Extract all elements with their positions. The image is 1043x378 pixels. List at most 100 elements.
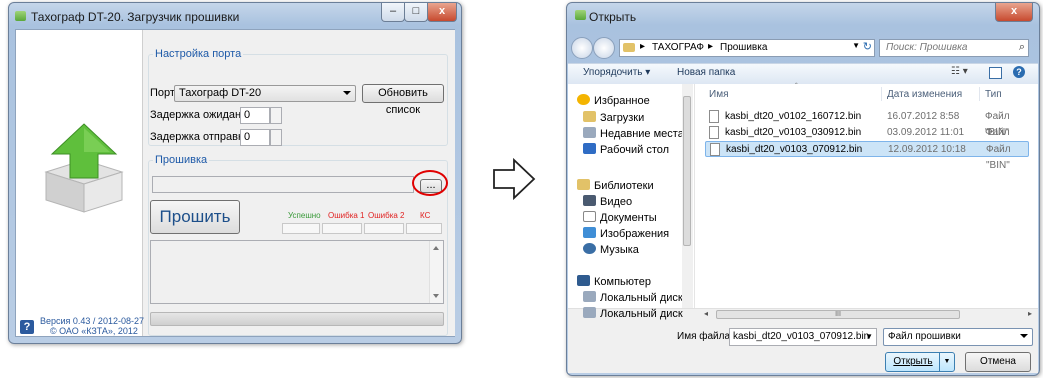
column-date[interactable]: Дата изменения xyxy=(887,89,962,100)
video-icon xyxy=(583,195,596,206)
column-separator xyxy=(881,87,882,101)
nav-desktop[interactable]: Рабочий стол xyxy=(583,143,669,156)
open-button[interactable]: Открыть ▼ xyxy=(885,352,955,372)
refresh-icon[interactable]: ↻ xyxy=(863,40,872,53)
open-split-arrow-icon[interactable]: ▼ xyxy=(939,353,954,371)
wait-delay-stepper[interactable] xyxy=(270,107,282,124)
flash-button[interactable]: Прошить xyxy=(150,200,240,234)
file-icon xyxy=(709,110,719,123)
scroll-up-icon[interactable] xyxy=(433,246,439,250)
file-date: 12.09.2012 10:18 xyxy=(888,144,966,155)
log-scrollbar[interactable] xyxy=(429,241,443,303)
back-button[interactable] xyxy=(571,37,593,59)
chevron-down-icon xyxy=(343,91,351,95)
address-dropdown-icon[interactable]: ▼ xyxy=(852,41,860,50)
filename-dropdown-icon[interactable]: ▼ xyxy=(865,329,873,344)
nav-favorites[interactable]: Избранное xyxy=(577,94,650,107)
help-icon[interactable]: ? xyxy=(20,320,34,334)
view-options-icon[interactable]: ☷ ▾ xyxy=(951,66,968,77)
search-box[interactable]: Поиск: Прошивка ⌕ xyxy=(879,39,1029,57)
refresh-list-button[interactable]: Обновить список xyxy=(362,84,444,116)
status-ks-label: КС xyxy=(420,211,431,220)
nav-desktop-label: Рабочий стол xyxy=(600,144,670,156)
nav-favorites-label: Избранное xyxy=(594,95,650,107)
nav-libraries-label: Библиотеки xyxy=(594,180,654,192)
preview-pane-icon[interactable] xyxy=(989,67,1002,79)
column-name[interactable]: Имя xyxy=(709,89,728,100)
breadcrumb-firmware[interactable]: Прошивка xyxy=(720,42,767,53)
nav-images[interactable]: Изображения xyxy=(583,227,669,240)
filename-value: kasbi_dt20_v0103_070912.bin xyxy=(733,331,870,342)
nav-video[interactable]: Видео xyxy=(583,195,632,208)
nav-music[interactable]: Музыка xyxy=(583,243,639,256)
breadcrumb-sep-icon: ▸ xyxy=(708,41,714,52)
nav-documents-label: Документы xyxy=(600,212,657,224)
nav-downloads[interactable]: Загрузки xyxy=(583,111,644,124)
port-group-title: Настройка порта xyxy=(153,48,244,60)
nav-scroll-thumb[interactable] xyxy=(683,96,691,246)
hscroll-grip: III xyxy=(835,311,841,318)
file-icon xyxy=(710,143,720,156)
nav-local-disk-1[interactable]: Локальный диск xyxy=(583,291,683,304)
loader-title: Тахограф DT-20. Загрузчик прошивки xyxy=(31,10,240,24)
port-select[interactable]: Тахограф DT-20 xyxy=(174,85,356,102)
loader-window: Тахограф DT-20. Загрузчик прошивки – □ x… xyxy=(8,2,462,344)
wait-delay-input[interactable]: 0 xyxy=(240,107,270,124)
breadcrumb-sep-icon: ▸ xyxy=(640,41,646,52)
nav-recent-label: Недавние места xyxy=(600,128,684,140)
close-button[interactable]: x xyxy=(427,3,457,22)
cancel-button[interactable]: Отмена xyxy=(965,352,1031,372)
address-bar[interactable]: ▸ ТАХОГРАФ ▸ Прошивка ▼ ↻ xyxy=(619,39,875,57)
disk-icon xyxy=(583,307,596,318)
sort-arrow-icon: ˆ xyxy=(795,82,798,91)
scroll-down-icon[interactable] xyxy=(433,294,439,298)
nav-computer[interactable]: Компьютер xyxy=(577,275,651,288)
help-circle-icon[interactable]: ? xyxy=(1013,66,1025,78)
nav-libraries[interactable]: Библиотеки xyxy=(577,179,654,192)
port-label: Порт xyxy=(150,87,175,99)
firmware-path-input[interactable] xyxy=(152,176,414,193)
status-error2-label: Ошибка 2 xyxy=(368,211,405,220)
forward-button[interactable] xyxy=(593,37,615,59)
maximize-button[interactable]: □ xyxy=(404,3,428,22)
scroll-left-icon[interactable]: ◂ xyxy=(704,309,708,318)
hscroll-thumb[interactable]: III xyxy=(716,310,960,319)
file-row[interactable]: kasbi_dt20_v0103_030912.bin 03.09.2012 1… xyxy=(709,125,1010,154)
outline-right-arrow-icon xyxy=(493,158,536,200)
documents-icon xyxy=(583,211,596,222)
highlight-circle xyxy=(412,170,448,196)
filename-input[interactable]: kasbi_dt20_v0103_070912.bin ▼ xyxy=(729,328,877,346)
send-delay-stepper[interactable] xyxy=(270,129,282,146)
file-row[interactable]: kasbi_dt20_v0102_160712.bin 16.07.2012 8… xyxy=(709,109,1010,138)
nav-scrollbar[interactable] xyxy=(682,84,693,308)
file-icon xyxy=(709,126,719,139)
dialog-close-button[interactable]: x xyxy=(995,3,1033,22)
nav-local-disk-1-label: Локальный диск xyxy=(600,292,683,304)
recent-places-icon xyxy=(583,127,596,138)
file-type: Файл "BIN" xyxy=(986,144,1011,171)
filter-select[interactable]: Файл прошивки xyxy=(883,328,1033,346)
open-dialog: Открыть x ▸ ТАХОГРАФ ▸ Прошивка ▼ ↻ Поис… xyxy=(566,2,1040,376)
nav-local-disk-2-label: Локальный диск xyxy=(600,308,683,320)
nav-computer-label: Компьютер xyxy=(594,276,651,288)
desktop-icon xyxy=(583,143,596,154)
filter-value: Файл прошивки xyxy=(888,331,961,342)
new-folder-button[interactable]: Новая папка xyxy=(677,67,735,78)
minimize-button[interactable]: – xyxy=(381,3,405,22)
folder-icon xyxy=(623,43,635,52)
breadcrumb-taxograf[interactable]: ТАХОГРАФ xyxy=(652,42,704,53)
column-type[interactable]: Тип xyxy=(985,89,1002,100)
chevron-down-icon xyxy=(1020,334,1028,338)
horizontal-scrollbar[interactable]: Локальный диск ◂ III ▸ xyxy=(568,307,1038,321)
nav-documents[interactable]: Документы xyxy=(583,211,657,224)
organize-button[interactable]: Упорядочить ▾ xyxy=(583,67,650,78)
progress-bar xyxy=(150,312,444,326)
scroll-right-icon[interactable]: ▸ xyxy=(1028,309,1032,318)
column-separator xyxy=(979,87,980,101)
nav-local-disk-2[interactable]: Локальный диск xyxy=(583,307,683,320)
send-delay-input[interactable]: 0 xyxy=(240,129,270,146)
file-name: kasbi_dt20_v0102_160712.bin xyxy=(725,111,862,122)
log-textarea[interactable] xyxy=(150,240,444,304)
file-row-selected[interactable]: kasbi_dt20_v0103_070912.bin 12.09.2012 1… xyxy=(705,141,1029,171)
nav-recent[interactable]: Недавние места xyxy=(583,127,684,140)
